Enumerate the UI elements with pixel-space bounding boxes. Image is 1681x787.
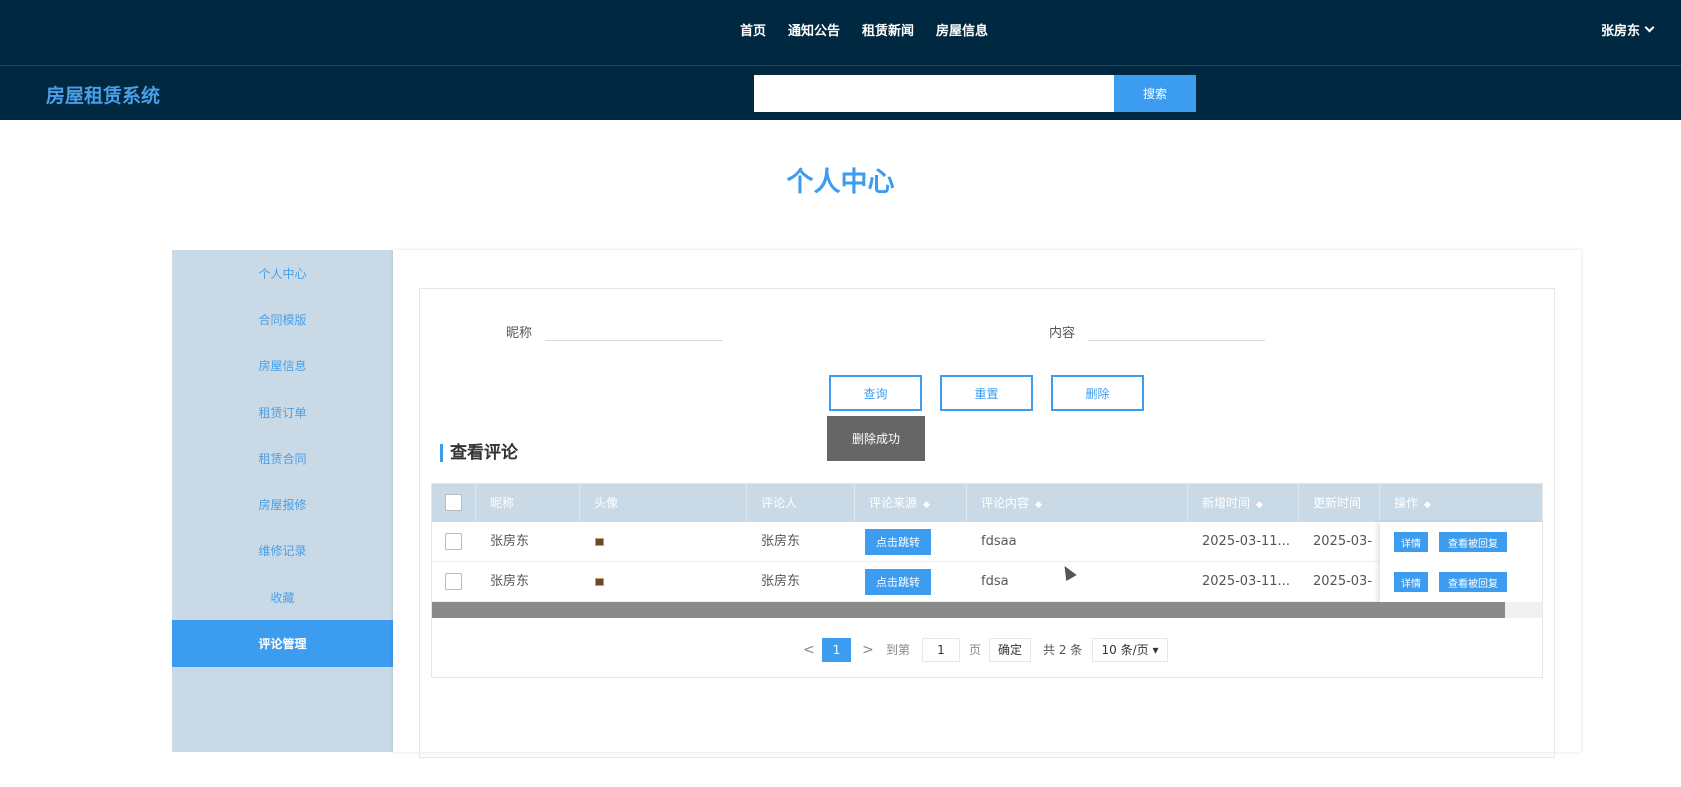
- sidebar-item-repair-request[interactable]: 房屋报修: [172, 481, 393, 527]
- col-created-label: 新增时间: [1202, 496, 1251, 510]
- view-replies-button[interactable]: 查看被回复: [1439, 572, 1507, 592]
- avatar-thumbnail: [595, 538, 604, 546]
- col-commenter: 评论人: [747, 484, 855, 522]
- page-title: 个人中心: [786, 167, 895, 198]
- scrollbar-thumb[interactable]: [432, 602, 1505, 618]
- reset-button[interactable]: 重置: [940, 375, 1033, 411]
- col-updated: 更新时间: [1299, 484, 1380, 522]
- sidebar-item-favorites[interactable]: 收藏: [172, 574, 393, 620]
- cell-created: 2025-03-11...: [1202, 574, 1290, 589]
- section-title: 查看评论: [440, 444, 518, 462]
- cell-commenter: 张房东: [761, 574, 801, 589]
- top-header: 首页 通知公告 租赁新闻 房屋信息 张房东: [0, 0, 1681, 66]
- fixed-actions-column: 详情 查看被回复 详情 查看被回复: [1380, 522, 1542, 602]
- col-actions: 操作 ◆: [1380, 484, 1542, 522]
- col-actions-label: 操作: [1394, 496, 1419, 510]
- goto-confirm-button[interactable]: 确定: [989, 638, 1031, 662]
- col-nickname: 昵称: [476, 484, 580, 522]
- page-size-select[interactable]: 10 条/页 ▾: [1092, 638, 1168, 662]
- source-jump-button[interactable]: 点击跳转: [865, 569, 931, 595]
- cell-updated: 2025-03-: [1313, 534, 1373, 549]
- col-content-label: 评论内容: [981, 496, 1030, 510]
- comments-table: 昵称 头像 评论人 评论来源 ◆ 评论内容 ◆ 新增时间 ◆ 更新时间 操作 ◆ 张房东…: [431, 483, 1543, 678]
- prev-page-icon[interactable]: <: [803, 638, 815, 662]
- search-button[interactable]: 搜索: [1114, 75, 1196, 112]
- horizontal-scrollbar[interactable]: [432, 602, 1542, 618]
- detail-button[interactable]: 详情: [1394, 532, 1428, 552]
- nav-notice-link[interactable]: 通知公告: [788, 20, 840, 39]
- source-jump-button[interactable]: 点击跳转: [865, 529, 931, 555]
- cell-content: fdsa: [981, 574, 1009, 589]
- site-logo-text[interactable]: 房屋租赁系统: [46, 81, 160, 108]
- total-count: 共 2 条: [1043, 643, 1083, 657]
- toast-message: 删除成功: [827, 416, 925, 461]
- nickname-input[interactable]: [545, 319, 723, 341]
- col-content[interactable]: 评论内容 ◆: [967, 484, 1188, 522]
- brand-bar: 房屋租赁系统 搜索: [0, 66, 1681, 120]
- main-panel: 昵称 内容 查询 重置 删除 删除成功 查看评论 昵称 头像 评论人 评论来源 ◆…: [393, 250, 1581, 758]
- query-button[interactable]: 查询: [829, 375, 922, 411]
- nav-home-link[interactable]: 首页: [740, 20, 766, 39]
- cell-content: fdsaa: [981, 534, 1017, 549]
- delete-button[interactable]: 删除: [1051, 375, 1144, 411]
- content-card: 昵称 内容 查询 重置 删除 删除成功 查看评论 昵称 头像 评论人 评论来源 ◆…: [419, 288, 1555, 758]
- current-page[interactable]: 1: [822, 638, 851, 662]
- col-avatar: 头像: [580, 484, 747, 522]
- sidebar-item-house-info[interactable]: 房屋信息: [172, 343, 393, 389]
- table-row: 张房东 张房东 点击跳转 fdsaa 2025-03-11... 2025-03…: [432, 522, 1542, 562]
- page-size-value: 10 条/页: [1101, 643, 1149, 657]
- sidebar-item-contract-template[interactable]: 合同模版: [172, 296, 393, 342]
- sidebar-item-rental-orders[interactable]: 租赁订单: [172, 389, 393, 435]
- cell-created: 2025-03-11...: [1202, 534, 1290, 549]
- nav-news-link[interactable]: 租赁新闻: [862, 20, 914, 39]
- top-nav: 首页 通知公告 租赁新闻 房屋信息: [740, 20, 988, 39]
- nickname-label: 昵称: [506, 326, 533, 341]
- page-unit-label: 页: [969, 643, 982, 657]
- row-checkbox[interactable]: [445, 573, 462, 590]
- goto-page-input[interactable]: 1: [922, 638, 960, 662]
- col-created[interactable]: 新增时间 ◆: [1188, 484, 1299, 522]
- sidebar-item-comment-management[interactable]: 评论管理: [172, 620, 393, 667]
- cell-nickname: 张房东: [490, 534, 530, 549]
- sidebar: 个人中心 合同模版 房屋信息 租赁订单 租赁合同 房屋报修 维修记录 收藏 评论…: [172, 250, 393, 752]
- col-source[interactable]: 评论来源 ◆: [855, 484, 967, 522]
- cell-updated: 2025-03-: [1313, 574, 1373, 589]
- chevron-down-icon: [1644, 22, 1655, 33]
- chevron-down-icon: ▾: [1152, 643, 1159, 657]
- sort-icon[interactable]: ◆: [1035, 500, 1042, 510]
- sidebar-item-repair-records[interactable]: 维修记录: [172, 528, 393, 574]
- sort-icon[interactable]: ◆: [1256, 500, 1263, 510]
- row-checkbox[interactable]: [445, 533, 462, 550]
- table-row: 张房东 张房东 点击跳转 fdsa 2025-03-11... 2025-03-: [432, 562, 1542, 602]
- search-input[interactable]: [754, 75, 1114, 112]
- content-label: 内容: [1049, 326, 1076, 341]
- select-all-checkbox[interactable]: [445, 494, 462, 511]
- view-replies-button[interactable]: 查看被回复: [1439, 532, 1507, 552]
- user-menu[interactable]: 张房东: [1600, 20, 1655, 39]
- col-source-label: 评论来源: [869, 496, 918, 510]
- nav-house-info-link[interactable]: 房屋信息: [936, 20, 988, 39]
- header-select-cell: [432, 484, 476, 522]
- sort-icon[interactable]: ◆: [1424, 500, 1431, 510]
- content-input[interactable]: [1088, 319, 1265, 341]
- table-header: 昵称 头像 评论人 评论来源 ◆ 评论内容 ◆ 新增时间 ◆ 更新时间 操作 ◆: [432, 484, 1542, 522]
- avatar-thumbnail: [595, 578, 604, 586]
- pagination: < 1 > 到第 1 页 确定 共 2 条 10 条/页 ▾: [432, 630, 1542, 662]
- cell-commenter: 张房东: [761, 534, 801, 549]
- sidebar-item-profile[interactable]: 个人中心: [172, 250, 393, 296]
- sidebar-item-rental-contracts[interactable]: 租赁合同: [172, 435, 393, 481]
- sort-icon[interactable]: ◆: [923, 500, 930, 510]
- user-name: 张房东: [1600, 24, 1640, 39]
- goto-label: 到第: [886, 643, 911, 657]
- cell-nickname: 张房东: [490, 574, 530, 589]
- next-page-icon[interactable]: >: [862, 638, 874, 662]
- detail-button[interactable]: 详情: [1394, 572, 1428, 592]
